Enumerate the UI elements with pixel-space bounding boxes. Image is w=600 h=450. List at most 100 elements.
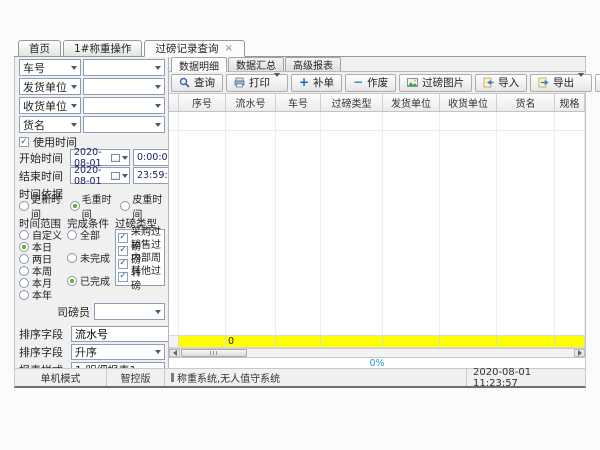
use-time-checkbox[interactable] bbox=[19, 137, 29, 147]
end-time-spinner[interactable]: 23:59:59 bbox=[133, 167, 169, 184]
grid-column-lines bbox=[226, 112, 276, 335]
radio-icon bbox=[19, 266, 29, 276]
tab-data-detail[interactable]: 数据明细 bbox=[171, 57, 227, 72]
column-header-flow-no[interactable]: 流水号 bbox=[226, 94, 276, 111]
radio-finished[interactable]: 已完成 bbox=[67, 275, 113, 286]
column-header-weigh-type[interactable]: 过磅类型 bbox=[321, 94, 383, 111]
tab-data-summary[interactable]: 数据汇总 bbox=[228, 57, 284, 71]
time-range-group: 时间范围 自定义 本日 两日 本周 本月 本年 bbox=[19, 214, 65, 301]
column-header-goods[interactable]: 货名 bbox=[497, 94, 555, 111]
report-style-row: 报表样式 1.明细报表1 bbox=[19, 362, 165, 368]
field-select-receiver[interactable]: 收货单位 bbox=[19, 97, 81, 114]
sort-field-input[interactable] bbox=[71, 326, 169, 342]
chevron-down-icon bbox=[151, 60, 164, 75]
void-button[interactable]: − 作废 bbox=[345, 74, 396, 92]
value-select-vehicle[interactable] bbox=[83, 59, 165, 76]
grid-column-lines bbox=[321, 112, 383, 335]
sort-order-select[interactable]: 升序 bbox=[71, 344, 165, 360]
query-button[interactable]: 查询 bbox=[171, 74, 223, 92]
field-select-goods[interactable]: 货名 bbox=[19, 116, 81, 133]
void-button-label: 作废 bbox=[367, 75, 388, 90]
field-select-receiver-label: 收货单位 bbox=[23, 98, 67, 114]
field-select-sender[interactable]: 发货单位 bbox=[19, 78, 81, 95]
tab-home[interactable]: 首页 bbox=[18, 40, 61, 56]
scrollbar-thumb[interactable] bbox=[181, 349, 247, 357]
export-button[interactable]: 导出 bbox=[530, 74, 592, 92]
grid-column-lines bbox=[276, 112, 321, 335]
export-button-label: 导出 bbox=[553, 75, 574, 90]
radio-this-year[interactable]: 本年 bbox=[19, 289, 65, 300]
weigh-photo-button[interactable]: 过磅图片 bbox=[399, 74, 472, 92]
check-other[interactable]: 其他过磅 bbox=[118, 271, 163, 282]
records-grid: 序号 流水号 车号 过磅类型 发货单位 收货单位 货名 规格 bbox=[169, 94, 585, 368]
end-date-picker[interactable]: 2020-08-01 bbox=[70, 167, 130, 184]
empty-row-line bbox=[169, 130, 585, 131]
totals-selector-cell bbox=[169, 335, 179, 348]
tab-data-summary-label: 数据汇总 bbox=[236, 57, 276, 72]
column-header-receiver[interactable]: 收货单位 bbox=[440, 94, 497, 111]
import-button-label: 导入 bbox=[498, 75, 519, 90]
sort-field-label: 排序字段 bbox=[19, 326, 71, 342]
radio-icon bbox=[67, 230, 77, 240]
value-select-sender[interactable] bbox=[83, 78, 165, 95]
horizontal-scrollbar[interactable] bbox=[169, 348, 585, 357]
checkbox-icon bbox=[118, 259, 128, 269]
tab-weigh-operation-label: 1#称重操作 bbox=[74, 41, 131, 56]
scroll-right-button[interactable] bbox=[574, 349, 585, 357]
settings-button[interactable]: 设置 bbox=[595, 74, 600, 92]
totals-cell-flow-no: 0 bbox=[226, 335, 276, 348]
column-header-sender[interactable]: 发货单位 bbox=[383, 94, 440, 111]
field-select-vehicle[interactable]: 车号 bbox=[19, 59, 81, 76]
totals-cell bbox=[497, 335, 555, 348]
import-button[interactable]: 导入 bbox=[475, 74, 527, 92]
totals-cell bbox=[321, 335, 383, 348]
start-date-picker[interactable]: 2020-08-01 bbox=[70, 149, 130, 166]
column-header-serial-no[interactable]: 序号 bbox=[179, 94, 226, 111]
tab-advanced-report[interactable]: 高级报表 bbox=[285, 57, 341, 71]
image-icon bbox=[407, 77, 418, 88]
radio-finished-label: 已完成 bbox=[80, 273, 110, 288]
totals-cell bbox=[179, 335, 226, 348]
close-icon[interactable]: × bbox=[223, 44, 233, 54]
chevron-down-icon bbox=[151, 304, 164, 319]
supplement-button[interactable]: + 补单 bbox=[291, 74, 342, 92]
chevron-down-icon bbox=[151, 345, 164, 359]
weigher-select[interactable] bbox=[94, 303, 165, 320]
weigh-type-group: 过磅类型 采购过磅 销售过磅 内部周转 其他过磅 bbox=[115, 214, 165, 301]
totals-cell bbox=[276, 335, 321, 348]
scroll-left-button[interactable] bbox=[169, 349, 180, 357]
data-area: 数据明细 数据汇总 高级报表 查询 打印 + 补单 bbox=[169, 57, 585, 368]
checkbox-icon bbox=[118, 272, 128, 282]
app-window: 首页 1#称重操作 过磅记录查询 × 车号 发货单位 收货单位 货名 bbox=[14, 40, 586, 388]
print-button[interactable]: 打印 bbox=[226, 74, 288, 92]
start-time-value: 0:00:00 bbox=[137, 152, 169, 163]
radio-icon bbox=[120, 201, 130, 211]
start-time-spinner[interactable]: 0:00:00 bbox=[133, 149, 169, 166]
weigher-label: 司磅员 bbox=[57, 304, 90, 320]
column-header-vehicle[interactable]: 车号 bbox=[276, 94, 321, 111]
grid-toolbar: 查询 打印 + 补单 − 作废 过磅图片 bbox=[169, 72, 585, 94]
report-style-select[interactable]: 1.明细报表1 bbox=[71, 362, 165, 368]
sort-field-row: 排序字段 bbox=[19, 326, 165, 342]
tab-record-query[interactable]: 过磅记录查询 × bbox=[144, 40, 244, 57]
totals-cell bbox=[555, 335, 585, 348]
tab-weigh-operation[interactable]: 1#称重操作 bbox=[63, 40, 142, 56]
value-select-receiver[interactable] bbox=[83, 97, 165, 114]
finish-condition-group: 完成条件 全部 未完成 已完成 bbox=[67, 214, 113, 301]
column-header-spec[interactable]: 规格 bbox=[555, 94, 585, 111]
status-app-name: 称重系统,无人值守系统 bbox=[165, 369, 467, 386]
data-sub-tabs: 数据明细 数据汇总 高级报表 bbox=[169, 57, 585, 72]
grid-column-lines bbox=[440, 112, 497, 335]
radio-all[interactable]: 全部 bbox=[67, 229, 113, 240]
radio-this-year-label: 本年 bbox=[32, 287, 52, 302]
status-datetime-label: 2020-08-01 11:23:57 bbox=[473, 367, 579, 389]
value-select-goods[interactable] bbox=[83, 116, 165, 133]
grid-column-lines bbox=[179, 112, 226, 335]
end-time-value: 23:59:59 bbox=[137, 170, 169, 181]
radio-unfinished-label: 未完成 bbox=[80, 250, 110, 265]
chevron-down-icon bbox=[274, 77, 280, 89]
chevron-down-icon bbox=[151, 117, 164, 132]
grid-body[interactable] bbox=[169, 112, 585, 335]
radio-unfinished[interactable]: 未完成 bbox=[67, 252, 113, 263]
chevron-down-icon bbox=[67, 60, 80, 75]
